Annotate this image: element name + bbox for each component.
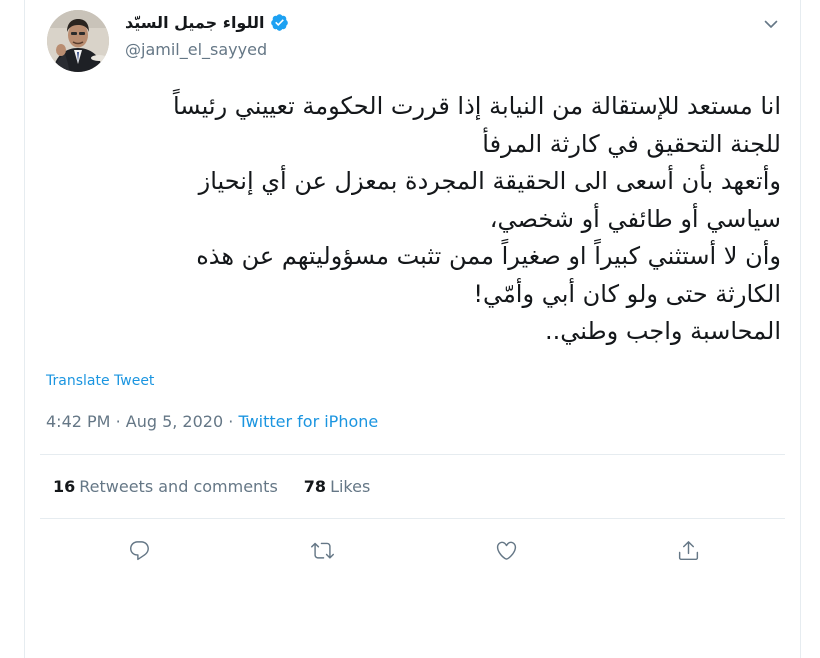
reply-button[interactable] xyxy=(119,530,159,570)
meta-separator: · xyxy=(115,412,121,431)
tweet-metadata: 4:42 PM · Aug 5, 2020 · Twitter for iPho… xyxy=(46,412,378,431)
retweets-count: 16 xyxy=(53,477,76,496)
tweet-date[interactable]: Aug 5, 2020 xyxy=(126,412,223,431)
likes-count: 78 xyxy=(303,477,327,496)
author-handle[interactable]: @jamil_el_sayyed xyxy=(125,40,267,59)
share-icon xyxy=(678,540,698,560)
likes-label: Likes xyxy=(330,477,371,496)
tweet-source-link[interactable]: Twitter for iPhone xyxy=(238,412,378,431)
tweet-line: سياسي أو طائفي أو شخصي، xyxy=(489,204,781,233)
avatar-image xyxy=(47,10,109,72)
reply-icon xyxy=(129,540,149,560)
divider xyxy=(40,518,785,519)
like-icon xyxy=(496,541,516,560)
tweet-text: انا مستعد للإستقالة من النيابة إذا قررت … xyxy=(45,88,781,351)
author-display-name[interactable]: اللواء جميل السيّد xyxy=(125,13,264,32)
more-options-button[interactable] xyxy=(759,12,783,36)
chevron-down-icon xyxy=(764,20,778,28)
tweet-line: المحاسبة واجب وطني.. xyxy=(545,317,781,345)
retweets-stat[interactable]: 16 Retweets and comments xyxy=(53,477,278,496)
share-button[interactable] xyxy=(668,530,708,570)
tweet-stats: 16 Retweets and comments 78 Likes xyxy=(53,477,370,496)
tweet-line: وأن لا أستثني كبيراً او صغيراً ممن تثبت … xyxy=(196,242,781,270)
tweet-line: الكارثة حتى ولو كان أبي وأمّي! xyxy=(473,279,781,308)
tweet-line: انا مستعد للإستقالة من النيابة إذا قررت … xyxy=(172,92,781,120)
tweet-line: وأتعهد بأن أسعى الى الحقيقة المجردة بمعز… xyxy=(198,167,781,195)
author-name-row[interactable]: اللواء جميل السيّد xyxy=(125,13,305,32)
divider xyxy=(40,454,785,455)
retweet-button[interactable] xyxy=(302,530,342,570)
meta-separator: · xyxy=(228,412,234,431)
avatar[interactable] xyxy=(47,10,109,72)
verified-badge-icon xyxy=(271,14,289,31)
tweet-card: اللواء جميل السيّد @jamil_el_sayyed انا … xyxy=(24,0,801,658)
tweet-time[interactable]: 4:42 PM xyxy=(46,412,110,431)
likes-stat[interactable]: 78 Likes xyxy=(304,477,371,496)
retweet-icon xyxy=(310,542,334,559)
tweet-actions xyxy=(25,530,800,570)
tweet-line: للجنة التحقيق في كارثة المرفأ xyxy=(482,129,781,158)
retweets-label: Retweets and comments xyxy=(79,477,278,496)
like-button[interactable] xyxy=(486,530,526,570)
translate-tweet-link[interactable]: Translate Tweet xyxy=(46,373,154,389)
